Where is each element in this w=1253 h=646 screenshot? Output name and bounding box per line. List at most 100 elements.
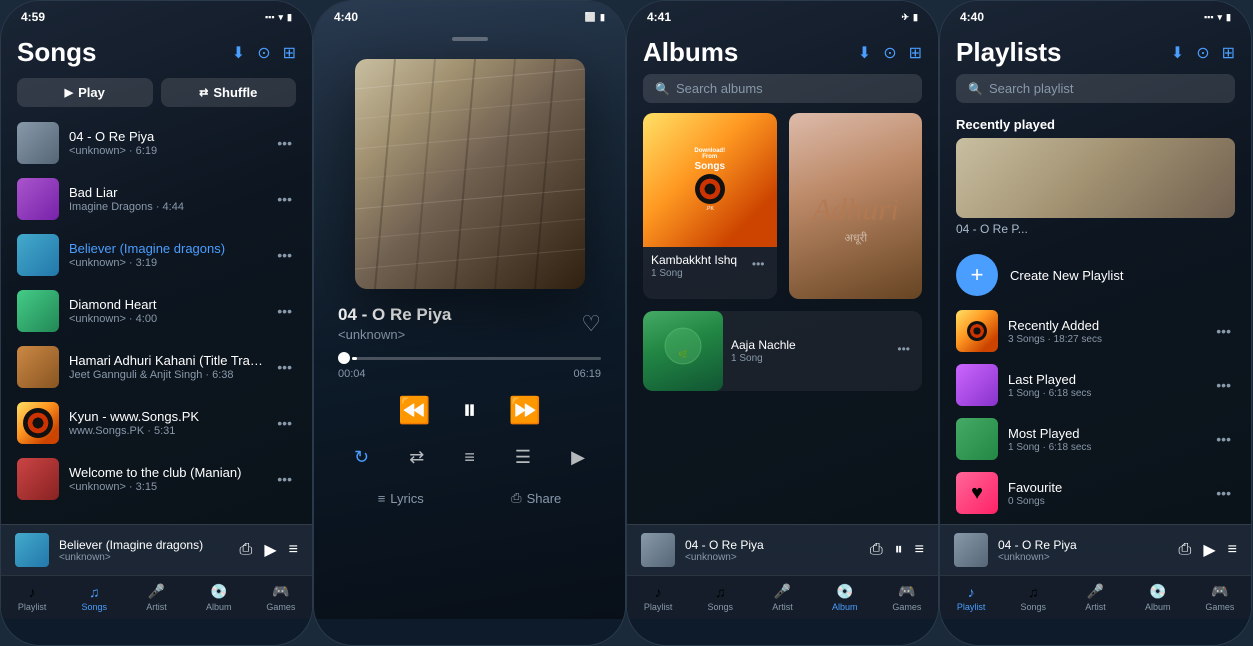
grid-icon[interactable]: ⊞ xyxy=(1222,43,1235,63)
video-button[interactable]: ▶ xyxy=(571,447,585,468)
pause-button[interactable]: ⏸ xyxy=(462,394,476,427)
tab-album[interactable]: 💿 Album xyxy=(1127,583,1189,612)
tab-games[interactable]: 🎮 Games xyxy=(876,583,938,612)
lyrics-label: Lyrics xyxy=(390,491,423,506)
play-pause-button[interactable]: ▶ xyxy=(264,540,276,560)
tab-playlist[interactable]: ♪ Playlist xyxy=(627,584,689,612)
more-icon[interactable]: ⊙ xyxy=(257,43,270,63)
progress-container[interactable]: 00:04 06:19 xyxy=(314,348,625,386)
song-item[interactable]: Diamond Heart <unknown> · 4:00 ••• xyxy=(1,283,312,339)
grid-icon[interactable]: ⊞ xyxy=(909,43,922,63)
tab-playlist[interactable]: ♪ Playlist xyxy=(940,584,1002,612)
phone-albums: 4:41 ✈ ▮ Albums ⬇ ⊙ ⊞ 🔍 Search albums xyxy=(626,0,939,646)
more-icon[interactable]: ⊙ xyxy=(883,43,896,63)
shuffle-extra-button[interactable]: ⇄ xyxy=(409,447,424,468)
battery-icon: ▮ xyxy=(1226,12,1231,23)
album-tab-icon: 💿 xyxy=(1149,583,1166,600)
album-card-adhuri[interactable]: Adhuri अधूरी Hamari Adhuri Kah... 1 Song… xyxy=(789,113,923,299)
search-icon: 🔍 xyxy=(968,82,983,96)
tab-playlist[interactable]: ♪ Playlist xyxy=(1,584,63,612)
featured-playlist[interactable]: 04 - O Re P... xyxy=(956,138,1235,236)
now-playing-controls: ⎙ ⏸ ≡ xyxy=(870,541,924,559)
playlist-dots[interactable]: ••• xyxy=(1212,427,1235,451)
wifi-icon: ▾ xyxy=(279,12,284,23)
album-card-nachle[interactable]: 🌿 Aaja Nachle 1 Song ••• xyxy=(643,311,922,391)
tab-games[interactable]: 🎮 Games xyxy=(250,583,312,612)
tab-album[interactable]: 💿 Album xyxy=(188,583,250,612)
now-playing-bar: Believer (Imagine dragons) <unknown> ⎙ ▶… xyxy=(1,524,312,575)
grid-icon[interactable]: ⊞ xyxy=(283,43,296,63)
fast-forward-button[interactable]: ⏩ xyxy=(509,395,541,426)
now-playing-bar-playlists: 04 - O Re Piya <unknown> ⎙ ▶ ≡ xyxy=(940,524,1251,575)
song-item[interactable]: Hamari Adhuri Kahani (Title Track) Jeet … xyxy=(1,339,312,395)
now-playing-name: Believer (Imagine dragons) xyxy=(59,538,230,552)
lyrics-button[interactable]: ≡ Lyrics xyxy=(378,490,424,506)
song-item[interactable]: Welcome to the club (Manian) <unknown> ·… xyxy=(1,451,312,507)
share-action-button[interactable]: ⎙ Share xyxy=(511,490,561,506)
playlist-tab-icon: ♪ xyxy=(655,584,662,600)
download-icon[interactable]: ⬇ xyxy=(232,43,245,63)
now-playing-name: 04 - O Re Piya xyxy=(998,538,1169,552)
songs-header: Songs ⬇ ⊙ ⊞ xyxy=(1,29,312,74)
status-icons-1: ▪▪▪ ▾ ▮ xyxy=(265,12,292,23)
song-item[interactable]: Believer (Imagine dragons) <unknown> · 3… xyxy=(1,227,312,283)
share-button[interactable]: ⎙ xyxy=(1179,541,1192,559)
playlist-dots[interactable]: ••• xyxy=(1212,481,1235,505)
playlist-item-fav[interactable]: ♥ Favourite 0 Songs ••• xyxy=(940,466,1251,520)
playlist-dots[interactable]: ••• xyxy=(1212,319,1235,343)
song-item[interactable]: Bad Liar Imagine Dragons · 4:44 ••• xyxy=(1,171,312,227)
tab-songs[interactable]: ♫ Songs xyxy=(689,584,751,612)
playlist-dots[interactable]: ••• xyxy=(1212,373,1235,397)
shuffle-icon: ⇄ xyxy=(199,86,208,99)
repeat-button[interactable]: ↻ xyxy=(354,447,369,468)
tab-artist[interactable]: 🎤 Artist xyxy=(125,583,187,612)
song-item[interactable]: 04 - O Re Piya <unknown> · 6:19 ••• xyxy=(1,115,312,171)
play-pause-button[interactable]: ▶ xyxy=(1203,540,1215,560)
song-dots[interactable]: ••• xyxy=(273,355,296,379)
queue-button[interactable]: ≡ xyxy=(915,541,924,559)
tab-artist[interactable]: 🎤 Artist xyxy=(751,583,813,612)
queue-button[interactable]: ≡ xyxy=(289,541,298,559)
playlist-tab-icon: ♪ xyxy=(29,584,36,600)
album-dots[interactable]: ••• xyxy=(748,253,769,275)
queue-extra-button[interactable]: ≡ xyxy=(464,447,475,468)
queue-button[interactable]: ≡ xyxy=(1228,541,1237,559)
tab-label-songs: Songs xyxy=(1021,602,1047,612)
song-item[interactable]: Kyun - www.Songs.PK www.Songs.PK · 5:31 … xyxy=(1,395,312,451)
playlist-item-most[interactable]: Most Played 1 Song · 6:18 secs ••• xyxy=(940,412,1251,466)
playlist-item-last[interactable]: Last Played 1 Song · 6:18 secs ••• xyxy=(940,358,1251,412)
tab-artist[interactable]: 🎤 Artist xyxy=(1064,583,1126,612)
heart-button[interactable]: ♡ xyxy=(581,311,601,337)
song-dots[interactable]: ••• xyxy=(273,187,296,211)
tab-games[interactable]: 🎮 Games xyxy=(1189,583,1251,612)
album-card-kambakkht[interactable]: Download!FromSongs .PK Kambakkht Ishq 1 … xyxy=(643,113,777,299)
playlist-item-recently[interactable]: Recently Added 3 Songs · 18:27 secs ••• xyxy=(940,304,1251,358)
playlist-extra-button[interactable]: ☰ xyxy=(515,447,531,468)
search-placeholder: Search albums xyxy=(676,81,763,96)
download-icon[interactable]: ⬇ xyxy=(858,43,871,63)
shuffle-button[interactable]: ⇄ Shuffle xyxy=(161,78,297,107)
share-button[interactable]: ⎙ xyxy=(240,541,253,559)
tab-songs[interactable]: ♫ Songs xyxy=(63,584,125,612)
song-dots[interactable]: ••• xyxy=(273,299,296,323)
album-art-container xyxy=(314,51,625,305)
song-dots[interactable]: ••• xyxy=(273,131,296,155)
song-dots[interactable]: ••• xyxy=(273,411,296,435)
song-info: Believer (Imagine dragons) <unknown> · 3… xyxy=(69,241,263,269)
play-button[interactable]: ▶ Play xyxy=(17,78,153,107)
download-icon[interactable]: ⬇ xyxy=(1171,43,1184,63)
create-playlist-row[interactable]: + Create New Playlist xyxy=(940,246,1251,304)
play-pause-button[interactable]: ⏸ xyxy=(895,541,903,559)
share-button[interactable]: ⎙ xyxy=(870,541,883,559)
rewind-button[interactable]: ⏪ xyxy=(398,395,430,426)
song-dots[interactable]: ••• xyxy=(273,243,296,267)
tab-album[interactable]: 💿 Album xyxy=(814,583,876,612)
more-icon[interactable]: ⊙ xyxy=(1196,43,1209,63)
tab-songs[interactable]: ♫ Songs xyxy=(1002,584,1064,612)
playlists-search-bar[interactable]: 🔍 Search playlist xyxy=(956,74,1235,103)
signal-icon: ▪▪▪ xyxy=(265,12,275,22)
albums-search-bar[interactable]: 🔍 Search albums xyxy=(643,74,922,103)
status-bar-playlists: 4:40 ▪▪▪ ▾ ▮ xyxy=(940,1,1251,29)
song-dots[interactable]: ••• xyxy=(273,467,296,491)
album-dots[interactable]: ••• xyxy=(893,338,914,360)
